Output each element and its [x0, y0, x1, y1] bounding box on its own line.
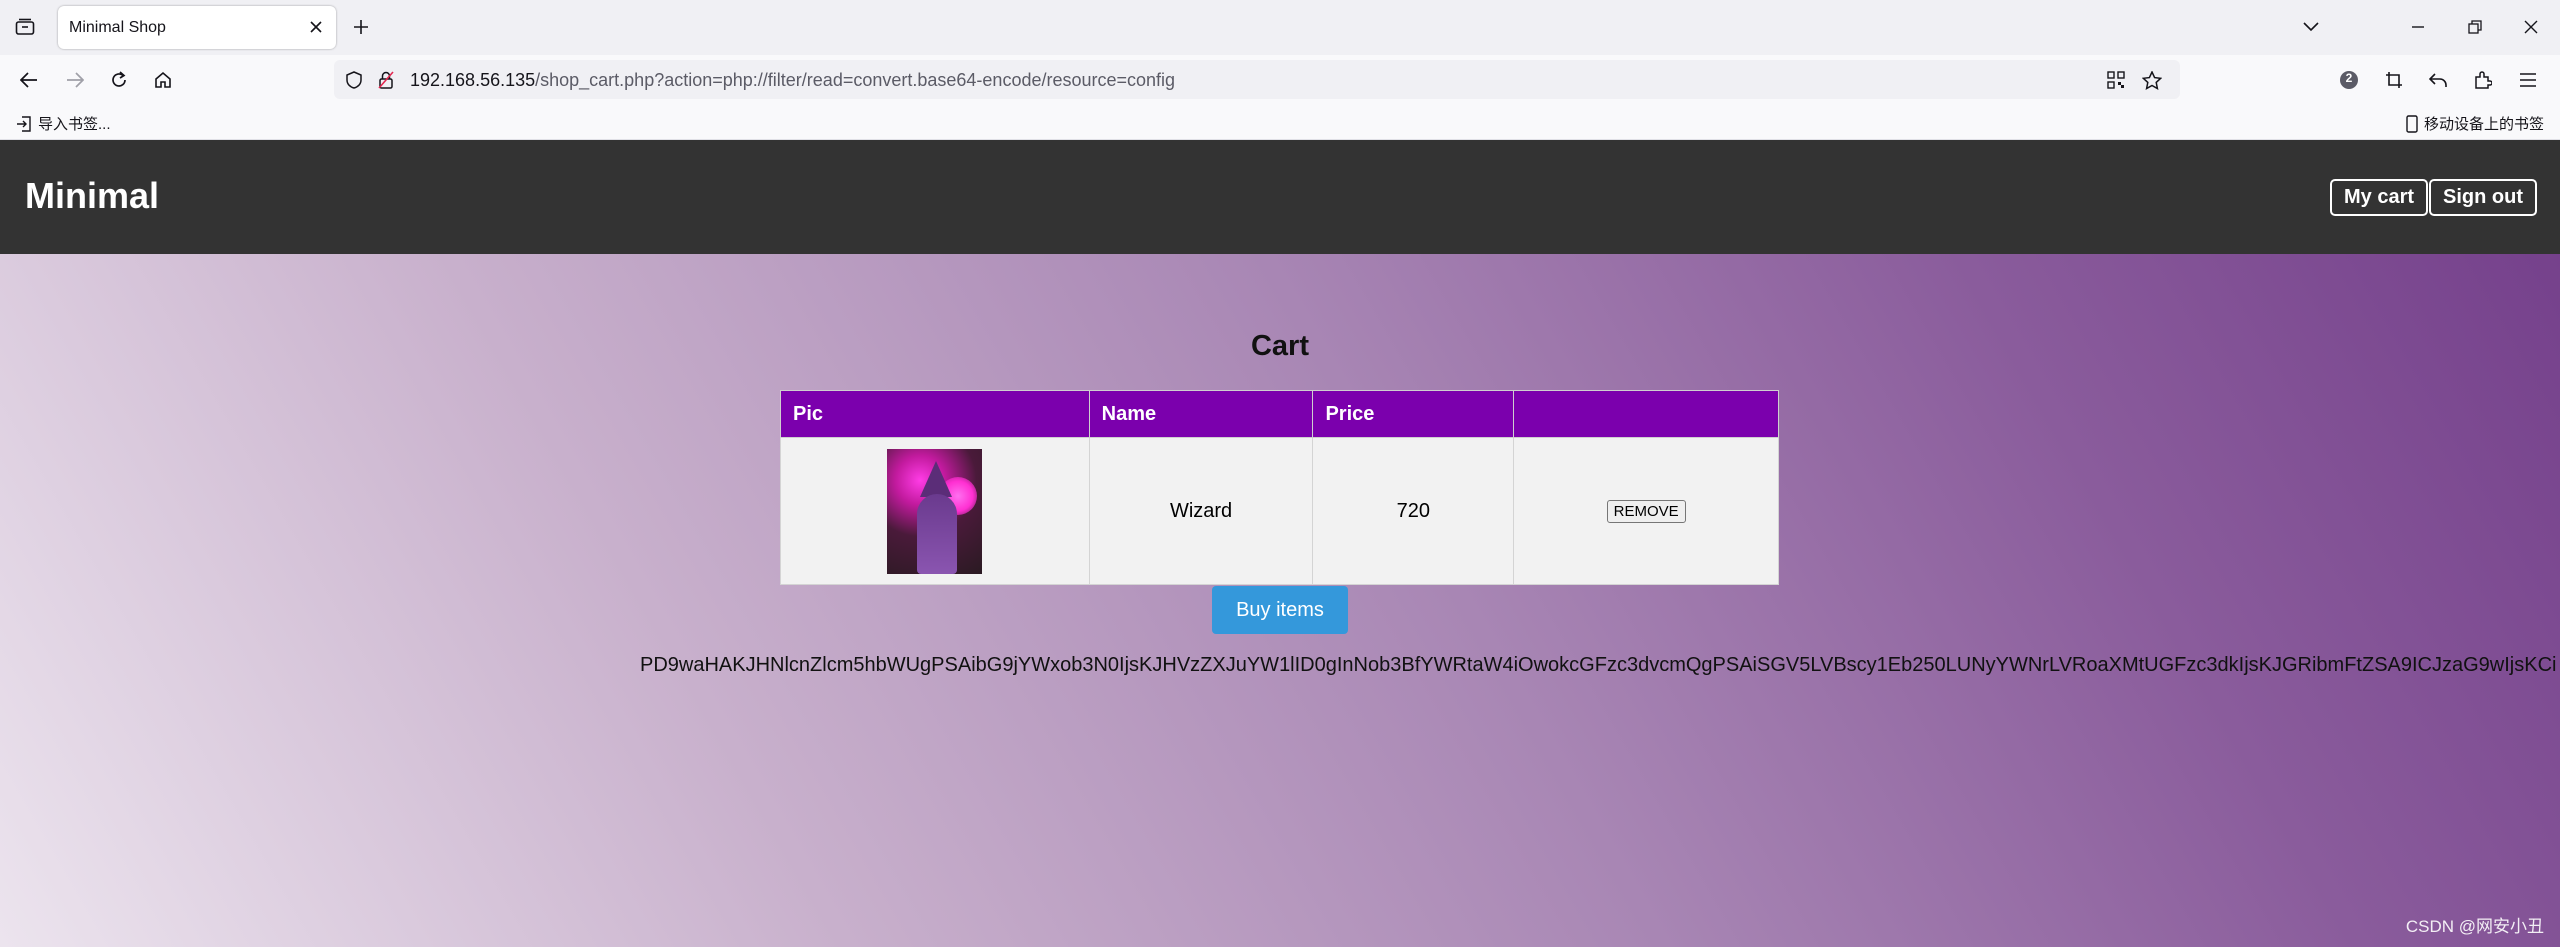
restore-icon[interactable]: [2460, 12, 2490, 42]
tab-list-icon[interactable]: [12, 14, 38, 40]
home-icon[interactable]: [148, 65, 178, 95]
shield-icon[interactable]: [342, 68, 366, 92]
mobile-bookmarks-item[interactable]: 移动设备上的书签: [2406, 113, 2544, 134]
site-header: Minimal My cart Sign out: [0, 140, 2560, 254]
import-bookmarks-item[interactable]: 导入书签...: [16, 113, 111, 134]
url-bar[interactable]: 192.168.56.135/shop_cart.php?action=php:…: [334, 60, 2180, 99]
undo-icon[interactable]: [2423, 65, 2453, 95]
extension-badge-count: 2: [2345, 71, 2353, 85]
new-tab-icon[interactable]: [348, 14, 374, 40]
url-text[interactable]: 192.168.56.135/shop_cart.php?action=php:…: [410, 70, 1175, 91]
insecure-lock-icon[interactable]: [374, 68, 398, 92]
import-bookmarks-label: 导入书签...: [38, 116, 111, 133]
remove-button[interactable]: REMOVE: [1606, 500, 1686, 523]
base64-output-text: PD9waHAKJHNlcnZlcm5hbWUgPSAibG9jYWxob3N0…: [640, 654, 2557, 676]
reload-icon[interactable]: [104, 65, 134, 95]
wizard-hat-shape: [920, 460, 953, 497]
action-cell: REMOVE: [1513, 437, 1779, 585]
minimize-icon[interactable]: [2403, 12, 2433, 42]
sign-out-button[interactable]: Sign out: [2429, 179, 2537, 216]
tab-overflow-chevron-icon[interactable]: [2296, 12, 2326, 42]
url-path: /shop_cart.php?action=php://filter/read=…: [535, 70, 1176, 90]
column-header-action: [1513, 390, 1779, 438]
menu-hamburger-icon[interactable]: [2513, 65, 2543, 95]
import-icon: [17, 115, 31, 132]
close-window-icon[interactable]: [2516, 12, 2546, 42]
url-host: 192.168.56.135: [410, 70, 536, 90]
site-brand[interactable]: Minimal: [25, 175, 159, 217]
browser-tab-active[interactable]: Minimal Shop: [58, 6, 336, 49]
csdn-watermark: CSDN @网安小丑: [2405, 917, 2544, 936]
product-pic-cell: [780, 437, 1090, 585]
tab-title: Minimal Shop: [69, 19, 166, 36]
product-name-cell: Wizard: [1088, 437, 1314, 585]
table-row: Wizard 720 REMOVE: [780, 437, 1779, 585]
product-image: [887, 448, 983, 574]
cart-title: Cart: [1250, 330, 1309, 362]
extensions-puzzle-icon[interactable]: [2468, 65, 2498, 95]
crop-icon[interactable]: [2379, 65, 2409, 95]
web-page: Minimal My cart Sign out Cart Pic Name P…: [0, 140, 2560, 947]
buy-items-button[interactable]: Buy items: [1212, 586, 1348, 634]
qr-code-icon[interactable]: [2104, 68, 2128, 92]
product-price-cell: 720: [1312, 437, 1515, 585]
mobile-device-icon: [2406, 114, 2418, 133]
my-cart-button[interactable]: My cart: [2330, 179, 2429, 216]
wizard-robe-shape: [917, 493, 958, 574]
column-header-pic: Pic: [780, 390, 1090, 438]
column-header-name: Name: [1088, 390, 1314, 438]
extension-badge-icon[interactable]: 2: [2334, 65, 2364, 95]
bookmark-star-icon[interactable]: [2140, 68, 2164, 92]
browser-tab-bar: Minimal Shop: [0, 0, 2560, 55]
forward-icon[interactable]: [60, 65, 90, 95]
column-header-price: Price: [1312, 390, 1515, 438]
mobile-bookmarks-label: 移动设备上的书签: [2423, 116, 2544, 133]
browser-nav-bar: 192.168.56.135/shop_cart.php?action=php:…: [0, 55, 2560, 105]
cart-table: Pic Name Price Wizard 720 REMOVE: [780, 390, 1779, 585]
bookmarks-toolbar: 导入书签... 移动设备上的书签: [0, 105, 2560, 140]
cart-table-header-row: Pic Name Price: [780, 390, 1779, 438]
back-icon[interactable]: [14, 65, 44, 95]
close-tab-icon[interactable]: [306, 17, 326, 37]
